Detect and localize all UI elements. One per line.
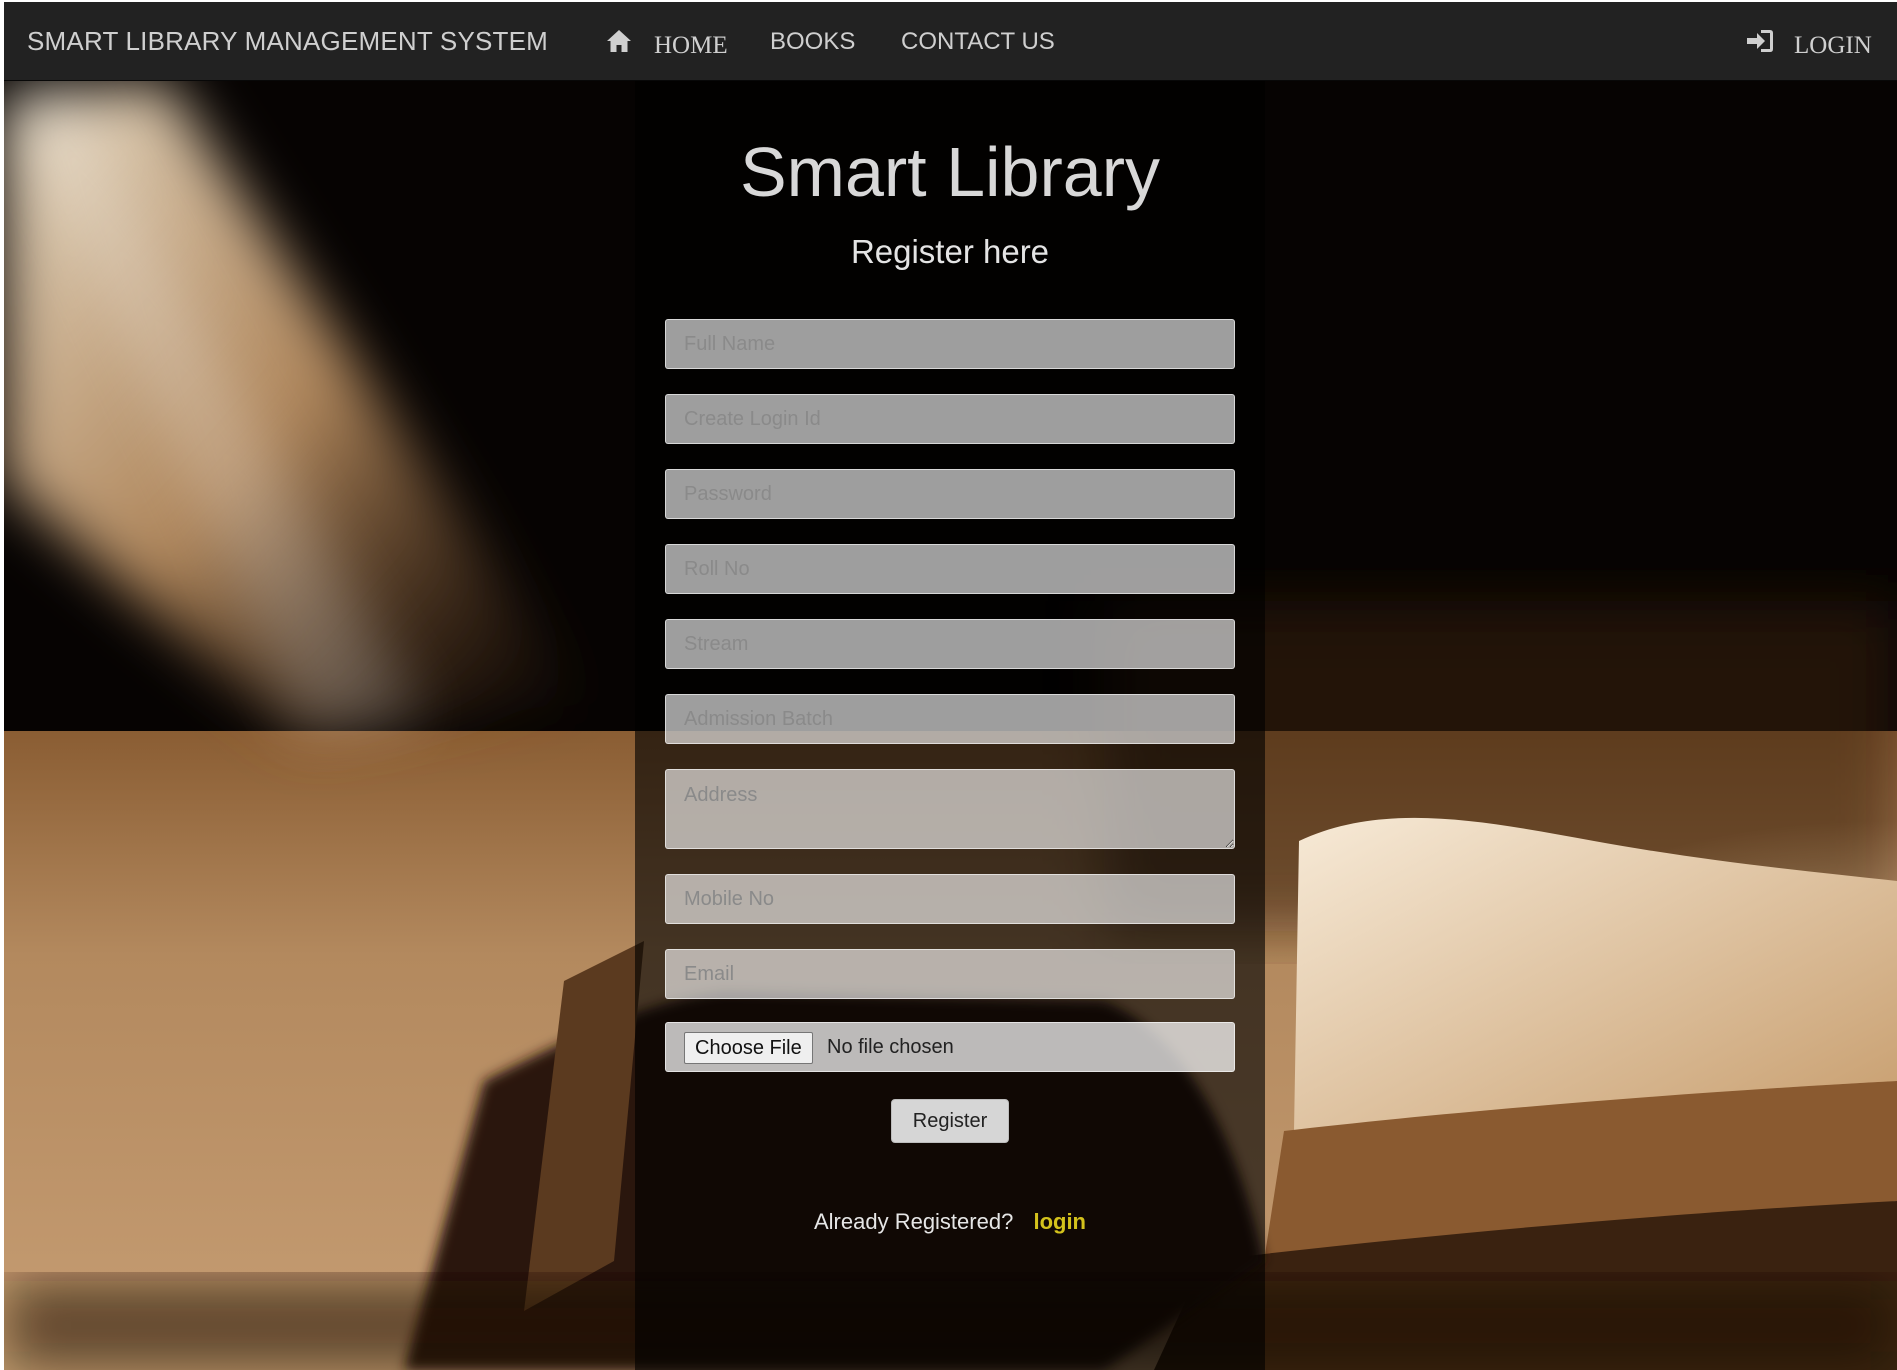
already-registered-row: Already Registered? login: [635, 1209, 1265, 1235]
file-status-text: No file chosen: [827, 1036, 954, 1058]
page-title: Smart Library: [739, 133, 1161, 211]
brand-title[interactable]: SMART LIBRARY MANAGEMENT SYSTEM: [27, 26, 548, 57]
hero-section: Smart Library Register here Choose File …: [4, 81, 1897, 1370]
login-id-input[interactable]: [665, 394, 1235, 444]
choose-file-button[interactable]: Choose File: [684, 1032, 813, 1064]
nav-home-label: HOME: [654, 32, 728, 59]
register-button[interactable]: Register: [891, 1099, 1009, 1143]
admission-batch-input[interactable]: [665, 694, 1235, 744]
stream-input[interactable]: [665, 619, 1235, 669]
home-icon: [607, 30, 631, 52]
top-navbar: SMART LIBRARY MANAGEMENT SYSTEM HOME BOO…: [4, 2, 1897, 81]
full-name-input[interactable]: [665, 319, 1235, 369]
login-link[interactable]: login: [1033, 1209, 1086, 1234]
page-subtitle: Register here: [850, 233, 1050, 270]
roll-no-input[interactable]: [665, 544, 1235, 594]
password-input[interactable]: [665, 469, 1235, 519]
nav-contact-link[interactable]: CONTACT US: [901, 28, 1055, 56]
address-textarea[interactable]: [665, 769, 1235, 849]
photo-file-input: Choose File No file chosen: [665, 1022, 1235, 1072]
register-panel: Smart Library Register here Choose File …: [635, 81, 1265, 1370]
email-input[interactable]: [665, 949, 1235, 999]
login-icon: [1747, 30, 1773, 52]
browser-viewport: SMART LIBRARY MANAGEMENT SYSTEM HOME BOO…: [4, 2, 1897, 1370]
mobile-input[interactable]: [665, 874, 1235, 924]
nav-login-label: LOGIN: [1794, 32, 1872, 59]
nav-books-link[interactable]: BOOKS: [770, 28, 855, 56]
already-registered-text: Already Registered?: [813, 1209, 1014, 1234]
